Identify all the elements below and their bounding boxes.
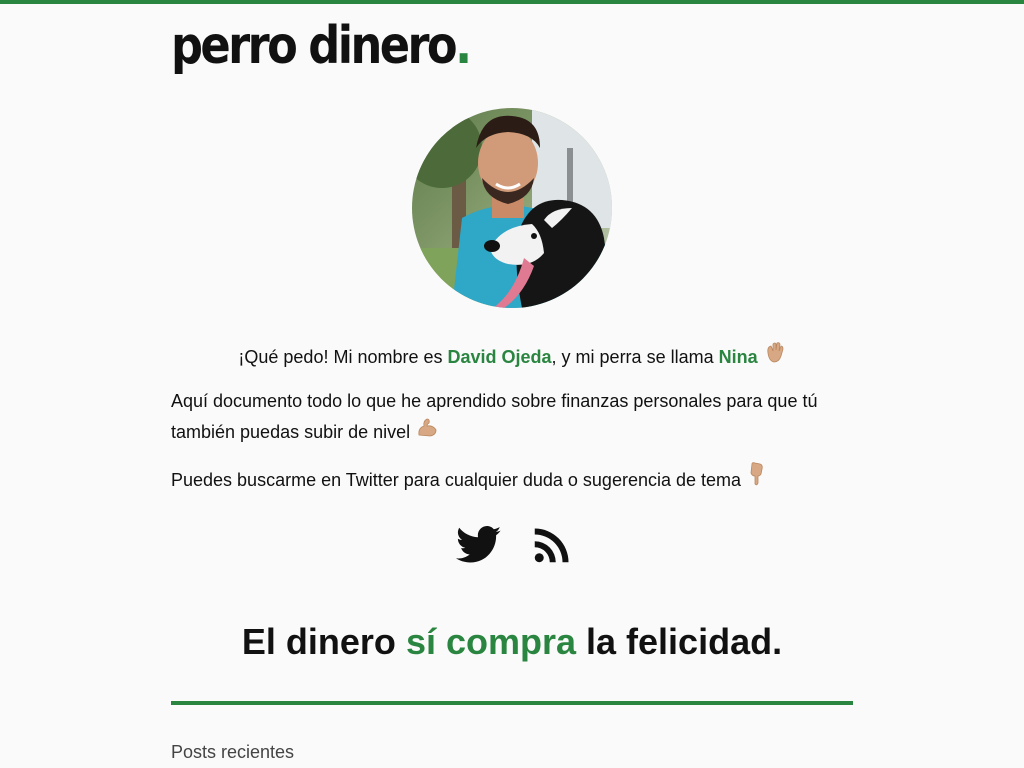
pointing-down-icon [747, 462, 765, 496]
waving-hand-icon [764, 341, 786, 372]
twitter-icon [456, 525, 502, 562]
site-logo-dot: . [455, 16, 472, 76]
rss-link[interactable] [534, 527, 570, 568]
tagline-end: la felicidad. [576, 621, 783, 662]
contact-text: Puedes buscarme en Twitter para cualquie… [171, 470, 742, 490]
rss-icon [534, 528, 569, 562]
about-paragraph: Aquí documento todo lo que he aprendido … [171, 386, 853, 448]
contact-paragraph: Puedes buscarme en Twitter para cualquie… [171, 462, 853, 496]
recent-posts-heading: Posts recientes [171, 742, 295, 762]
twitter-link[interactable] [456, 525, 502, 569]
intro-text: ¡Qué pedo! Mi nombre es David Ojeda, y m… [171, 341, 853, 372]
intro-prefix: ¡Qué pedo! Mi nombre es [238, 347, 448, 367]
tagline: El dinero sí compra la felicidad. [171, 620, 853, 664]
about-text: Aquí documento todo lo que he aprendido … [171, 391, 818, 442]
site-logo-text: perro dinero [171, 16, 458, 76]
flexed-biceps-icon [416, 416, 438, 448]
author-with-dog-photo [412, 108, 612, 308]
social-links [456, 525, 570, 569]
tagline-start: El dinero [241, 621, 406, 662]
section-divider [171, 701, 853, 705]
author-avatar [412, 108, 612, 308]
intro-middle: , y mi perra se llama [551, 347, 719, 367]
site-logo[interactable]: perro dinero. [171, 14, 472, 78]
page-content: perro dinero. ¡Qué pedo! Mi nombre es Da… [171, 0, 853, 768]
author-link[interactable]: David Ojeda [448, 347, 552, 367]
tagline-highlight: sí compra [405, 621, 577, 662]
dog-name-link[interactable]: Nina [719, 347, 758, 367]
